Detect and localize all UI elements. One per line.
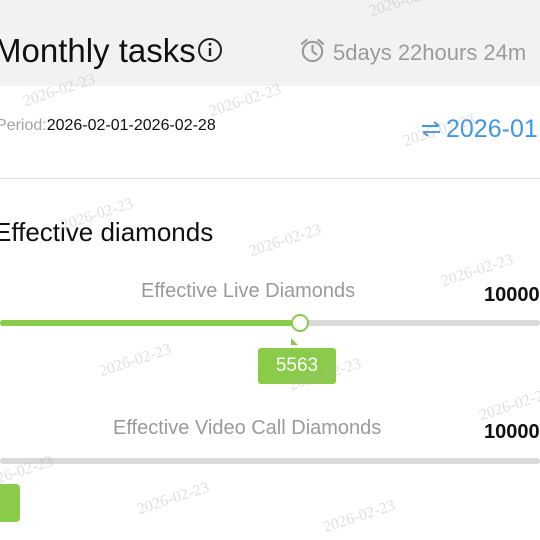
period-label: Period: [0, 117, 47, 134]
task-card [0, 86, 540, 540]
section-title: Effective diamonds [0, 217, 214, 247]
info-icon[interactable] [197, 37, 223, 63]
progress-track [0, 320, 540, 326]
progress-value-badge [0, 484, 20, 522]
header: Monthly tasks 5days 22hours 24m [0, 0, 540, 86]
task-max-label: 10000 [484, 421, 540, 443]
task-name: Effective Live Diamonds [141, 280, 356, 302]
swap-arrows-icon[interactable] [420, 120, 442, 138]
alarm-clock-icon [300, 38, 325, 63]
bubble-tail [291, 338, 298, 345]
page-title: Monthly tasks [0, 32, 196, 69]
progress-track [0, 458, 540, 464]
task-max-label: 10000 [484, 284, 540, 306]
divider [0, 178, 540, 179]
period-row: Period:2026-02-01-2026-02-28 [0, 117, 216, 135]
period-value: 2026-02-01-2026-02-28 [46, 117, 216, 134]
progress-knob [291, 314, 309, 332]
period-switch-link[interactable]: 2026-01 [446, 115, 538, 144]
progress-value-badge: 5563 [258, 348, 336, 384]
countdown-timer: 5days 22hours 24m [333, 40, 527, 65]
task-name: Effective Video Call Diamonds [113, 417, 382, 439]
progress-fill [0, 320, 300, 326]
